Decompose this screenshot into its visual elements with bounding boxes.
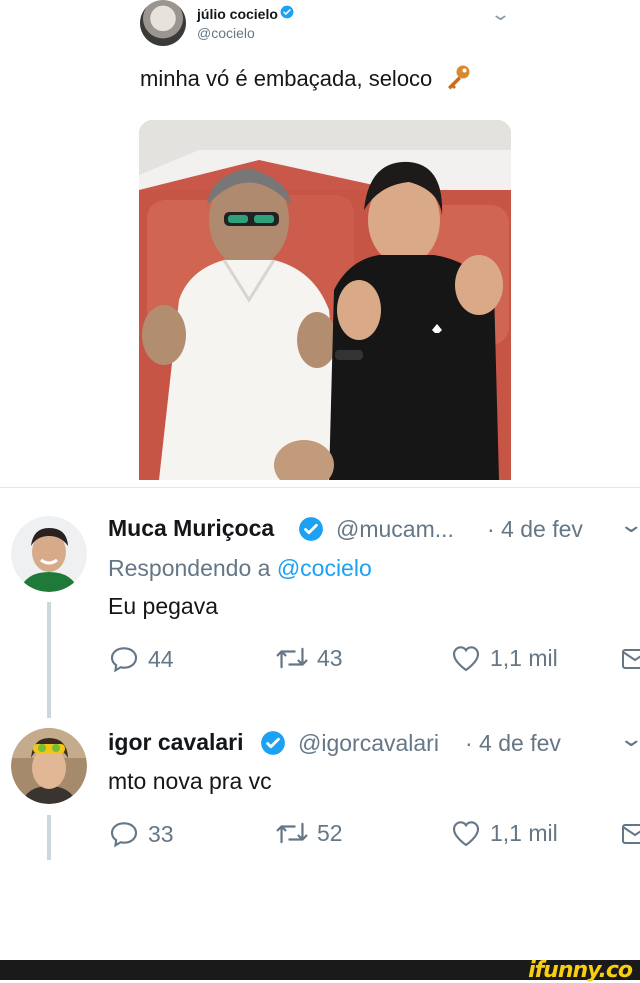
divider (0, 487, 640, 488)
reply-action-button[interactable]: 44 (108, 643, 174, 675)
share-icon[interactable] (620, 820, 640, 848)
reply-handle[interactable]: @mucam... (336, 516, 454, 543)
chevron-down-icon[interactable]: ⌄ (618, 726, 640, 752)
retweet-count: 52 (317, 819, 343, 846)
author-avatar[interactable] (140, 0, 186, 46)
reply-display-name[interactable]: igor cavalari (108, 729, 244, 756)
reply-date[interactable]: · 4 de fev (465, 730, 561, 757)
comment-icon (110, 647, 138, 673)
replying-prefix: Respondendo a (108, 555, 271, 581)
reply-count: 33 (148, 820, 174, 847)
watermark-logo: ifunny.co (528, 958, 633, 983)
verified-badge-icon (298, 516, 324, 547)
retweet-icon (276, 647, 308, 669)
retweet-action-button[interactable]: 52 (275, 818, 343, 848)
tweet-text-content: minha vó é embaçada, seloco (140, 65, 433, 91)
heart-icon (452, 821, 480, 847)
retweet-action-button[interactable]: 43 (275, 643, 343, 673)
thread-line (47, 602, 51, 718)
retweet-count: 43 (317, 644, 343, 671)
chevron-down-icon[interactable]: ⌄ (490, 4, 511, 25)
like-count: 1,1 mil (490, 819, 558, 846)
key-icon (444, 63, 472, 97)
verified-badge-icon (260, 730, 286, 761)
author-display-name[interactable]: júlio cocielo (197, 6, 278, 22)
like-action-button[interactable]: 1,1 mil (450, 643, 558, 673)
thread-line (47, 815, 51, 860)
comment-icon (110, 822, 138, 848)
like-count: 1,1 mil (490, 644, 558, 671)
reply-avatar[interactable] (11, 516, 87, 597)
reply-action-button[interactable]: 33 (108, 818, 174, 850)
reply-text: mto nova pra vc (108, 768, 272, 794)
chevron-down-icon[interactable]: ⌄ (618, 512, 640, 538)
heart-icon (452, 646, 480, 672)
reply-avatar[interactable] (11, 728, 87, 809)
tweet-text: minha vó é embaçada, seloco (140, 63, 472, 97)
retweet-icon (276, 822, 308, 844)
tweet-photo[interactable] (139, 120, 511, 480)
reply-count: 44 (148, 645, 174, 672)
reply-date[interactable]: · 4 de fev (487, 516, 583, 543)
reply-display-name[interactable]: Muca Muriçoca (108, 515, 274, 542)
like-action-button[interactable]: 1,1 mil (450, 818, 558, 848)
reply-text: Eu pegava (108, 593, 218, 619)
author-handle[interactable]: @cocielo (197, 25, 255, 41)
replying-to: Respondendo a @cocielo (108, 555, 372, 582)
replying-mention-link[interactable]: @cocielo (277, 555, 372, 581)
verified-badge-icon (280, 5, 294, 24)
reply-handle[interactable]: @igorcavalari (298, 730, 439, 757)
share-icon[interactable] (620, 645, 640, 673)
